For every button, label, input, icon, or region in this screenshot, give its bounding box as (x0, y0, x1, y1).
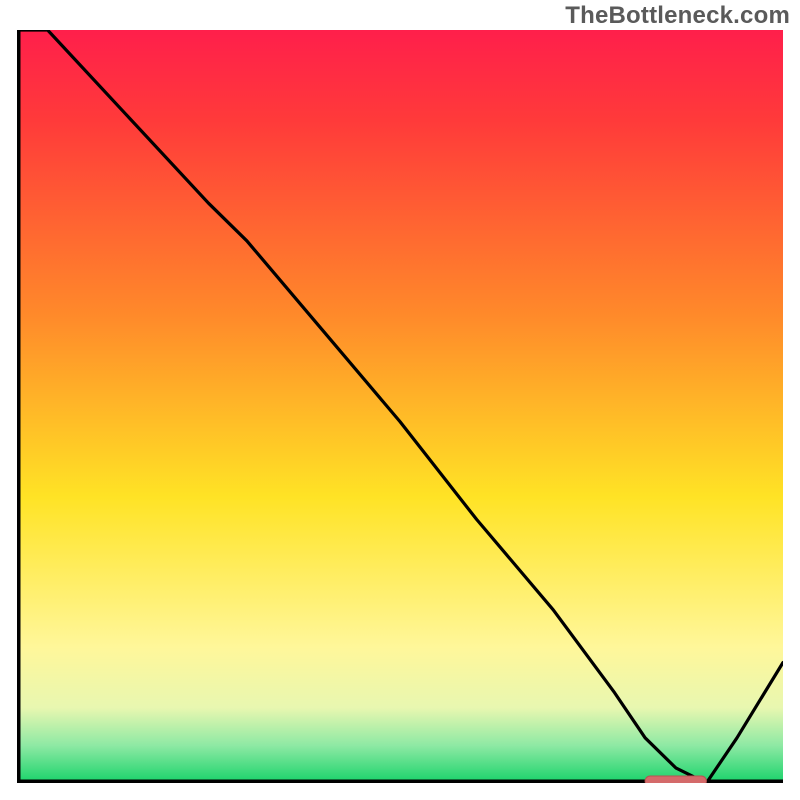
plot-background (17, 30, 783, 783)
chart-stage: TheBottleneck.com (0, 0, 800, 800)
optimal-marker (645, 776, 706, 783)
plot-area (17, 30, 783, 783)
plot-svg (17, 30, 783, 783)
watermark-text: TheBottleneck.com (565, 2, 790, 30)
